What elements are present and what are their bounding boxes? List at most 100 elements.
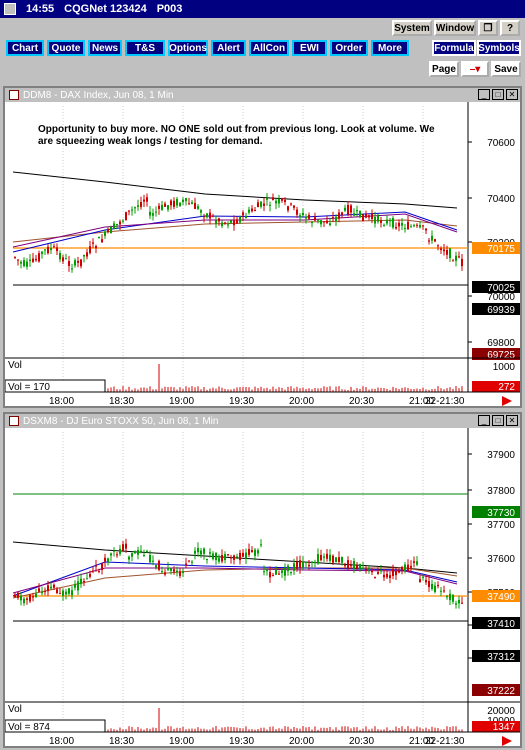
candle-body — [200, 210, 202, 213]
price-tick-label: 37900 — [487, 450, 515, 461]
price-tag-label: 70025 — [487, 283, 515, 294]
system-menu-icon[interactable] — [4, 3, 16, 15]
candle-body — [32, 258, 34, 262]
candle-body — [47, 585, 49, 592]
page-navigate-icon[interactable]: –▾ — [461, 61, 489, 77]
candle-body — [389, 575, 391, 579]
candle-body — [227, 224, 229, 226]
candle-body — [26, 261, 28, 267]
candle-body — [455, 603, 457, 605]
stoxx-price-chart[interactable]: 3790037800377003760037500374003730037730… — [5, 428, 520, 746]
candle-body — [404, 228, 406, 230]
maximize-icon[interactable]: □ — [492, 415, 504, 426]
minimize-icon[interactable]: _ — [478, 89, 490, 100]
candle-body — [371, 570, 373, 573]
candle-body — [188, 203, 190, 205]
candle-body — [182, 571, 184, 574]
candle-body — [35, 258, 37, 261]
candle-body — [275, 200, 277, 204]
chart-button[interactable]: Chart — [6, 40, 44, 56]
candle-body — [407, 564, 409, 572]
candle-body — [146, 551, 148, 553]
formula-button[interactable]: Formula — [432, 40, 476, 56]
candle-body — [323, 556, 325, 558]
quote-button[interactable]: Quote — [47, 40, 85, 56]
candle-body — [428, 240, 430, 242]
candle-body — [173, 200, 175, 207]
time-tick-label: 19:00 — [169, 736, 194, 746]
candle-body — [392, 218, 394, 228]
candle-body — [221, 222, 223, 227]
window-button[interactable]: Window — [434, 20, 476, 36]
candle-body — [458, 256, 460, 258]
price-tag-label: 37312 — [487, 652, 515, 663]
price-tag-label: 37222 — [487, 686, 515, 697]
candle-body — [257, 202, 259, 208]
price-tick-label: 69800 — [487, 338, 515, 349]
candle-body — [410, 565, 412, 568]
candle-body — [164, 572, 166, 575]
minimize-icon[interactable]: _ — [478, 415, 490, 426]
price-tag-label: 37410 — [487, 619, 515, 630]
candle-body — [356, 565, 358, 569]
candle-body — [254, 209, 256, 211]
symbols-button[interactable]: Symbols — [477, 40, 521, 56]
candle-body — [332, 217, 334, 219]
page-button[interactable]: Page — [429, 61, 459, 77]
restore-icon[interactable]: ❐ — [478, 20, 498, 36]
chart-window-icon — [9, 416, 19, 426]
candle-body — [170, 200, 172, 206]
candle-body — [212, 215, 214, 217]
candle-body — [359, 210, 361, 218]
candle-body — [95, 565, 97, 567]
save-button[interactable]: Save — [491, 61, 521, 77]
candle-body — [158, 205, 160, 209]
options-button[interactable]: Options — [168, 40, 208, 56]
ts-button[interactable]: T&S — [125, 40, 165, 56]
app-titlebar: 14:55 CQGNet 123424 P003 — [0, 0, 525, 18]
stoxx-panel-title: DSXM8 - DJ Euro STOXX 50, Jun 08, 1 Min — [23, 415, 219, 427]
clock-time: 14:55 — [26, 3, 55, 15]
candle-body — [146, 197, 148, 202]
more-button[interactable]: More — [371, 40, 409, 56]
candle-body — [401, 567, 403, 571]
candle-body — [167, 205, 169, 210]
candle-body — [320, 554, 322, 561]
close-icon[interactable]: ✕ — [506, 89, 518, 100]
system-button[interactable]: System — [392, 20, 432, 36]
candle-body — [98, 571, 100, 573]
candle-body — [80, 259, 82, 267]
candle-body — [182, 199, 184, 203]
candle-body — [281, 570, 283, 573]
candle-body — [272, 575, 274, 577]
candle-body — [17, 259, 19, 261]
ewi-button[interactable]: EWI — [292, 40, 327, 56]
help-icon[interactable]: ? — [500, 20, 520, 36]
candle-body — [86, 578, 88, 580]
candle-body — [224, 222, 226, 224]
candle-body — [311, 561, 313, 563]
time-tick-label: 18:30 — [109, 396, 134, 406]
candle-body — [413, 561, 415, 563]
maximize-icon[interactable]: □ — [492, 89, 504, 100]
candle-body — [215, 220, 217, 224]
close-icon[interactable]: ✕ — [506, 415, 518, 426]
candle-body — [110, 226, 112, 234]
candle-body — [161, 571, 163, 573]
price-tag-label: 37490 — [487, 592, 515, 603]
candle-body — [206, 213, 208, 218]
candle-body — [260, 544, 262, 546]
alert-button[interactable]: Alert — [211, 40, 246, 56]
candle-body — [431, 583, 433, 589]
candle-body — [14, 594, 16, 598]
news-button[interactable]: News — [88, 40, 122, 56]
candle-body — [161, 204, 163, 210]
candle-body — [176, 198, 178, 206]
allcon-button[interactable]: AllCon — [249, 40, 289, 56]
candle-body — [278, 573, 280, 575]
order-button[interactable]: Order — [330, 40, 368, 56]
candle-body — [371, 213, 373, 219]
volume-scale-label: 1000 — [493, 362, 516, 373]
candle-body — [134, 207, 136, 209]
candle-body — [362, 567, 364, 569]
